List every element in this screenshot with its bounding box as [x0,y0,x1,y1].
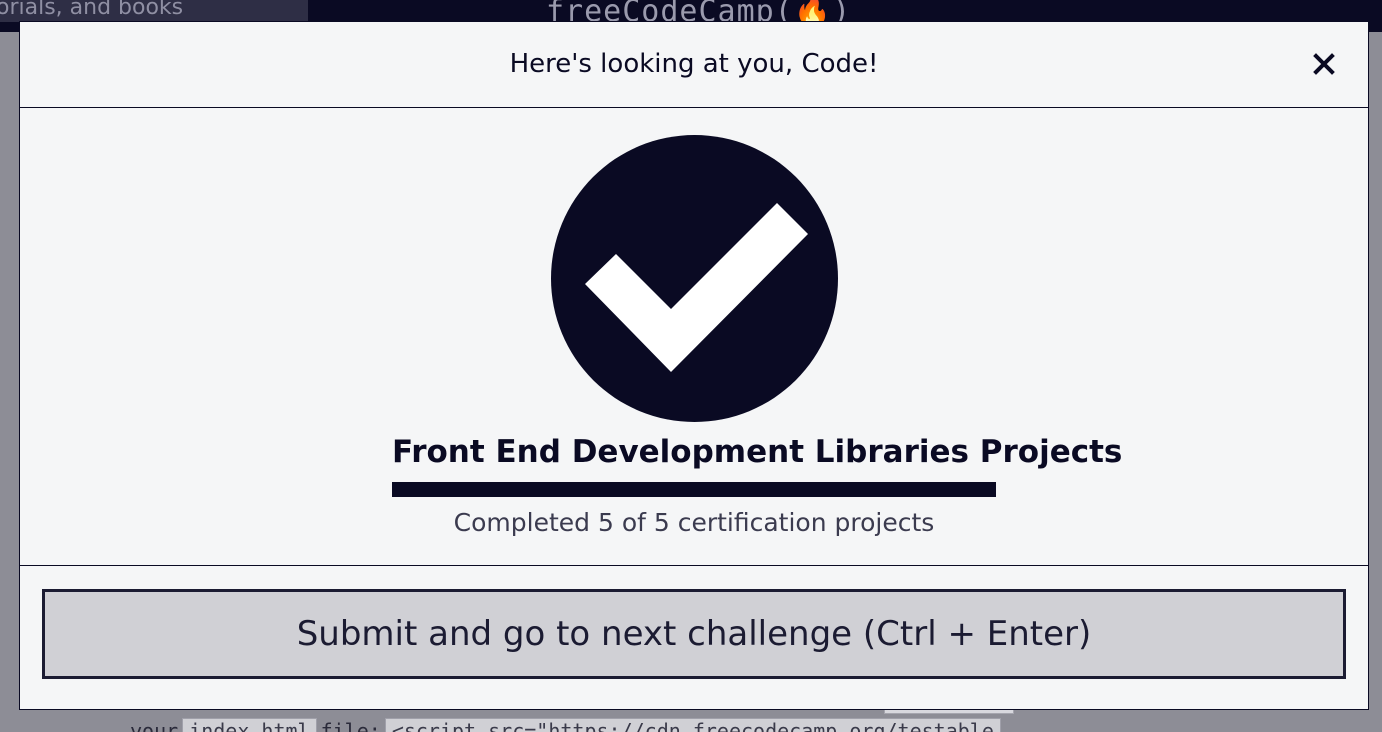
background-instructions: your index.html file: <script src="https://… [130,718,1005,732]
progress-text: Completed 5 of 5 certification projects [453,508,935,537]
modal-body: Front End Development Libraries Projects… [20,108,1368,566]
close-icon [1313,53,1335,75]
progress-bar-fill [392,482,996,497]
bg-code-prefix: your [130,719,179,732]
bg-code-chip: <script src="https://cdn.freecodecamp.or… [384,718,1001,732]
progress-bar [392,482,996,497]
bg-code-word: file: [320,719,381,732]
completion-modal: Here's looking at you, Code! Front End D… [19,21,1369,710]
modal-title: Here's looking at you, Code! [509,49,879,79]
project-title: Front End Development Libraries Projects [392,434,1123,470]
close-button[interactable] [1310,50,1338,78]
submit-next-button[interactable]: Submit and go to next challenge (Ctrl + … [42,589,1346,679]
bg-code-chip: index.html [182,718,317,732]
search-bar-text: orials, and books [0,0,184,20]
checkmark-circle-icon [551,135,838,422]
modal-header: Here's looking at you, Code! [20,22,1368,108]
modal-footer: Submit and go to next challenge (Ctrl + … [20,567,1368,711]
search-bar[interactable]: orials, and books [0,0,308,22]
